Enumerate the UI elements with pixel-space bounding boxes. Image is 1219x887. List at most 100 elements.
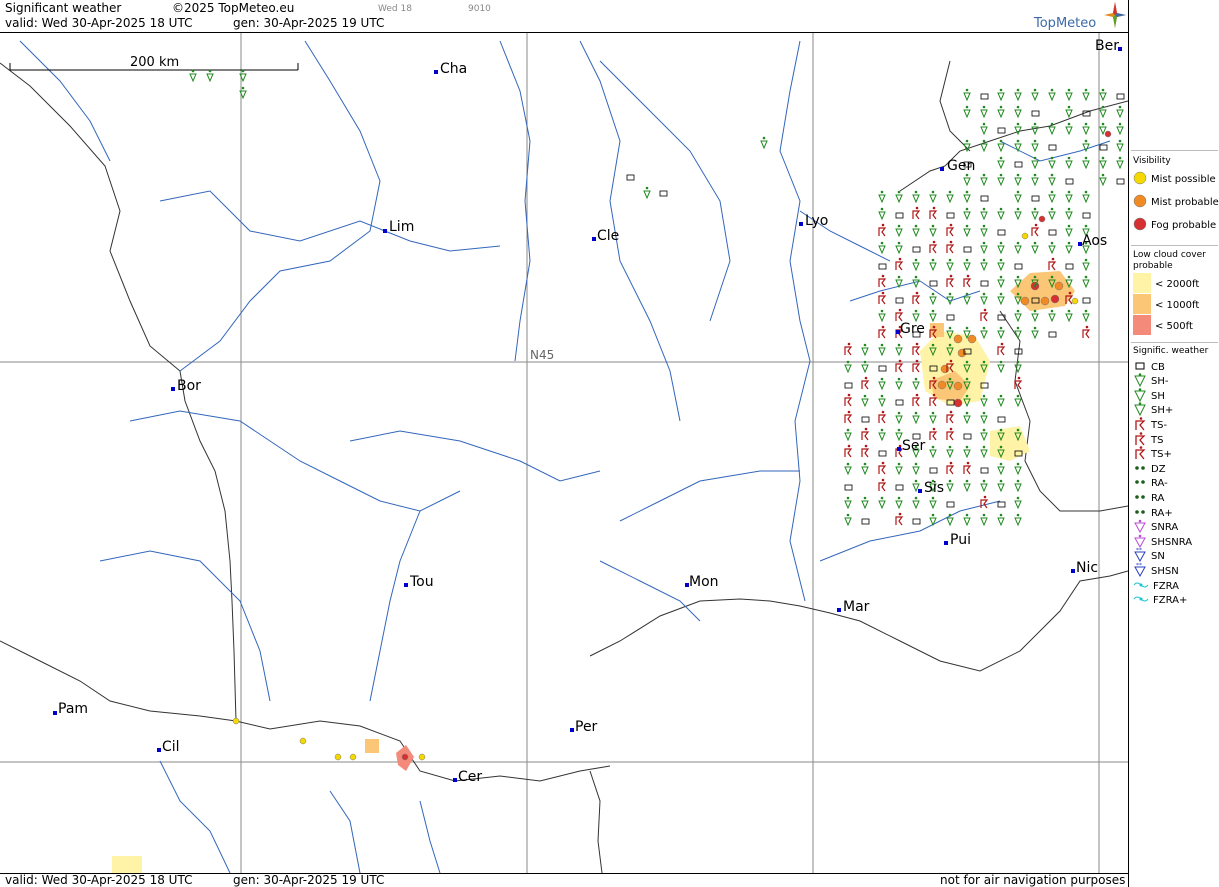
city-dot [53, 711, 57, 715]
shower-symbol [912, 462, 920, 476]
shower-symbol [1031, 139, 1039, 153]
legend-label: SH+ [1151, 405, 1174, 417]
cb-symbol [1065, 263, 1074, 270]
disclaimer: not for air navigation purposes [940, 873, 1126, 887]
thunderstorm-symbol [878, 223, 887, 237]
shower-symbol [980, 224, 988, 238]
cb-symbol [1048, 144, 1057, 151]
city-dot [383, 229, 387, 233]
shower-symbol [895, 377, 903, 391]
shower-symbol [929, 445, 937, 459]
city-dot [434, 70, 438, 74]
city-label: Gen [947, 158, 976, 174]
shower-symbol [878, 377, 886, 391]
thunderstorm-symbol [929, 427, 938, 441]
shower-symbol [878, 343, 886, 357]
thunderstorm-symbol [912, 393, 921, 407]
shower-symbol [997, 207, 1005, 221]
thunderstorm-symbol [844, 444, 853, 458]
weather-map[interactable]: 200 km N45 Cha Lim Cle Lyo Gen Ber Aos G… [0, 32, 1128, 874]
shower-symbol [1082, 122, 1090, 136]
cb-symbol [844, 382, 853, 389]
topmeteo-logo[interactable]: TopMeteo [1034, 2, 1126, 32]
shower-symbol [1031, 309, 1039, 323]
city-label: Mon [689, 574, 719, 590]
city-dot [404, 583, 408, 587]
scale-label: 200 km [130, 55, 179, 70]
city-label: Nic [1076, 560, 1099, 576]
city-label: Cha [440, 61, 468, 77]
mist-markers [232, 130, 1112, 761]
legend-label: RA [1151, 492, 1165, 504]
legend-visibility-title: Visibility [1133, 156, 1171, 166]
city-dot [944, 541, 948, 545]
cb-symbol [1048, 229, 1057, 236]
shower-symbol [980, 292, 988, 306]
thunderstorm-symbol [963, 274, 972, 288]
shower-symbol [997, 241, 1005, 255]
cb-symbol [997, 229, 1006, 236]
shower-symbol [980, 139, 988, 153]
cb-symbol [980, 195, 989, 202]
legend-label: < 500ft [1155, 320, 1193, 332]
legend-cloud-2-icon [1133, 314, 1151, 338]
thunderstorm-symbol [895, 512, 904, 526]
legend-sigwx-drizzle-icon: DZ [1133, 462, 1166, 476]
legend-sigwx-snow-shower-icon: ** SHSN [1133, 562, 1179, 578]
legend-sigwx-thunderstorm-heavy-icon: TS+ [1133, 446, 1172, 462]
code-label: 9010 [468, 4, 491, 14]
thunderstorm-symbol [878, 274, 887, 288]
shower-symbol [963, 173, 971, 187]
legend-sigwx-rain-heavy-icon: RA+ [1133, 506, 1173, 520]
thunderstorm-symbol [1082, 325, 1091, 339]
shower-symbol [980, 479, 988, 493]
shower-symbol [1082, 88, 1090, 102]
cb-symbol [1031, 110, 1040, 117]
city-label: Tou [410, 574, 434, 590]
shower-symbol [963, 479, 971, 493]
city-dot [799, 222, 803, 226]
legend-visibility-1-icon [1133, 194, 1147, 211]
cb-symbol [912, 518, 921, 525]
shower-symbol [878, 309, 886, 323]
svg-text:**: ** [1136, 548, 1142, 554]
copyright: ©2025 TopMeteo.eu [172, 1, 295, 15]
city-label: Gre [900, 321, 925, 337]
shower-symbol [878, 428, 886, 442]
legend-label: < 1000ft [1155, 299, 1200, 311]
legend-label: RA- [1151, 478, 1168, 490]
legend-cloud-2: < 500ft [1133, 314, 1193, 335]
shower-symbol [1048, 88, 1056, 102]
shower-symbol [1116, 105, 1124, 119]
shower-symbol [1031, 156, 1039, 170]
shower-symbol [1082, 275, 1090, 289]
shower-symbol [878, 190, 886, 204]
legend-label: TS- [1151, 419, 1168, 431]
legend-sigwx-rain-icon-icon [1133, 491, 1147, 506]
cb-symbol [1014, 263, 1023, 270]
city-dot [570, 728, 574, 732]
legend-label: CB [1151, 361, 1165, 373]
shower-symbol [1031, 88, 1039, 102]
shower-symbol [980, 394, 988, 408]
legend-visibility-2-icon [1133, 217, 1147, 234]
shower-symbol [980, 411, 988, 425]
run-label: Wed 18 [378, 4, 412, 14]
thunderstorm-symbol [963, 461, 972, 475]
shower-symbol [1082, 309, 1090, 323]
shower-symbol [1014, 241, 1022, 255]
cb-symbol [997, 416, 1006, 423]
legend-label: DZ [1151, 463, 1166, 475]
thunderstorm-symbol [929, 206, 938, 220]
cb-symbol [946, 212, 955, 219]
legend-sigwx-rain-icon: RA [1133, 491, 1164, 505]
legend-cloud-1-icon [1133, 293, 1151, 317]
map-title: Significant weather [5, 1, 122, 15]
shower-symbol [861, 343, 869, 357]
shower-symbol [895, 496, 903, 510]
shower-symbol [895, 411, 903, 425]
shower-symbol [1048, 173, 1056, 187]
legend-cloud-0: < 2000ft [1133, 272, 1199, 293]
thunderstorm-symbol [946, 427, 955, 441]
shower-symbol [946, 479, 954, 493]
